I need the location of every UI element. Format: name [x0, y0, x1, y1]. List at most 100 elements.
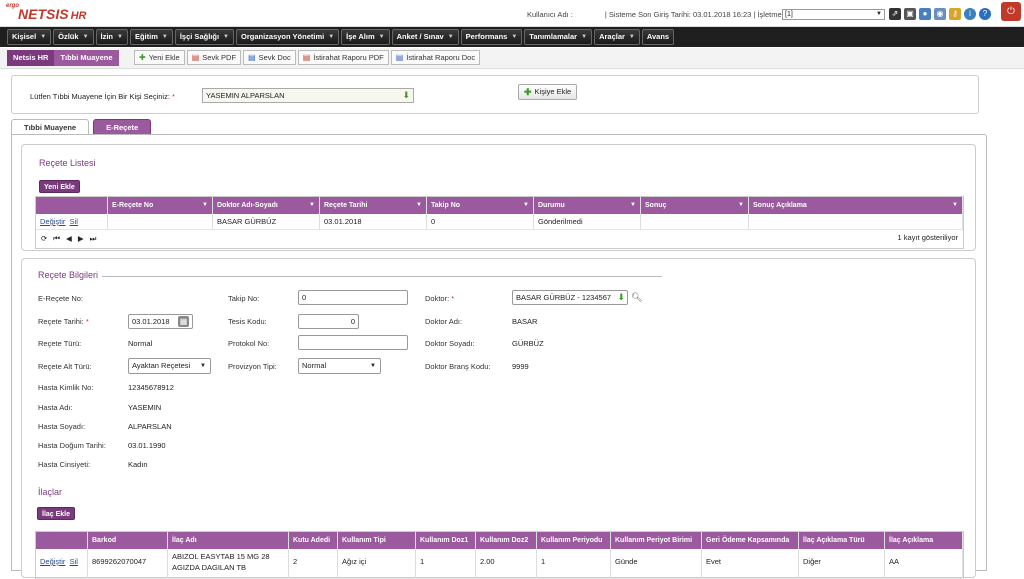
- recete-list-panel: Reçete Listesi Yeni Ekle E-Reçete No ▼ Do…: [21, 144, 976, 251]
- cell-date: 03.01.2018: [320, 214, 427, 229]
- nav-izin[interactable]: İzin ▼: [95, 29, 128, 45]
- sevk-pdf-button[interactable]: ▤ Sevk PDF: [186, 50, 242, 65]
- pager: ⟳ ⏮ ◀ ▶ ⏭ 1 kayıt gösteriliyor: [36, 230, 963, 247]
- tab-content: Reçete Listesi Yeni Ekle E-Reçete No ▼ Do…: [11, 134, 987, 579]
- hasta-kimlik-value: 12345678912: [128, 383, 174, 392]
- cell-status: Gönderilmedi: [534, 214, 641, 229]
- prev-page-icon[interactable]: ◀: [66, 234, 72, 243]
- add-person-button[interactable]: ✚ Kişiye Ekle: [518, 84, 578, 100]
- cell-doz2: 2.00: [476, 549, 537, 578]
- recete-tarihi-label: Reçete Tarihi: *: [38, 317, 89, 326]
- col-barkod[interactable]: Barkod: [88, 532, 168, 549]
- recete-new-button[interactable]: Yeni Ekle: [39, 180, 80, 193]
- col-durumu[interactable]: Durumu ▼: [534, 197, 641, 214]
- nav-anket[interactable]: Anket / Sınav ▼: [391, 29, 459, 45]
- ilac-grid: Barkod İlaç Adı Kutu Adedi Kullanım Tipi…: [35, 531, 964, 579]
- hasta-soyadi-label: Hasta Soyadı:: [38, 422, 86, 431]
- external-link-icon[interactable]: ⇗: [889, 8, 901, 20]
- help-icon[interactable]: ?: [979, 8, 991, 20]
- person-select[interactable]: YASEMIN ALPARSLAN ⬇: [202, 88, 414, 103]
- users-icon[interactable]: ◉: [934, 8, 946, 20]
- cell-birim: Günde: [611, 549, 702, 578]
- doktor-soyadi-label: Doktor Soyadı:: [425, 339, 475, 348]
- app-logo: ergo NETSIS HR: [6, 3, 87, 22]
- key-icon[interactable]: ⚷: [949, 8, 961, 20]
- col-sonuc-aciklama[interactable]: Sonuç Açıklama ▼: [749, 197, 963, 214]
- tab-e-recete[interactable]: E-Reçete: [93, 119, 152, 134]
- person-picker-label: Lütfen Tıbbi Muayene İçin Bir Kişi Seçin…: [30, 92, 175, 101]
- sevk-doc-button[interactable]: ▤ Sevk Doc: [243, 50, 296, 65]
- cell-tip: Ağız içi: [338, 549, 416, 578]
- new-button[interactable]: ✚ Yeni Ekle: [134, 50, 185, 65]
- doktor-select[interactable]: BASAR GÜRBÜZ - 1234567 ⬇: [512, 290, 628, 305]
- calendar-icon[interactable]: ▦: [178, 316, 189, 327]
- next-page-icon[interactable]: ▶: [78, 234, 84, 243]
- power-icon[interactable]: ⏻: [1001, 2, 1021, 21]
- nav-egitim[interactable]: Eğitim ▼: [129, 29, 173, 45]
- window-icon[interactable]: ▣: [904, 8, 916, 20]
- recete-alt-turu-select[interactable]: Ayaktan Reçetesi ▼: [128, 358, 211, 374]
- col-doz1[interactable]: Kullanım Doz1: [416, 532, 476, 549]
- istirahat-pdf-button[interactable]: ▤ İstirahat Raporu PDF: [297, 50, 389, 65]
- last-page-icon[interactable]: ⏭: [90, 234, 97, 244]
- hasta-adi-value: YASEMIN: [128, 403, 162, 412]
- col-e-recete-no[interactable]: E-Reçete No ▼: [108, 197, 213, 214]
- col-doktor[interactable]: Doktor Adı-Soyadı ▼: [213, 197, 320, 214]
- nav-organizasyon[interactable]: Organizasyon Yönetimi ▼: [235, 29, 340, 45]
- breadcrumb-home[interactable]: Netsis HR: [7, 50, 55, 66]
- cell-geri-odeme: Evet: [702, 549, 799, 578]
- nav-avans[interactable]: Avans: [641, 29, 675, 45]
- isletme-select[interactable]: [1] ▼: [782, 9, 885, 20]
- cell-barkod: 8699262070047: [88, 549, 168, 578]
- pdf-icon: ▤: [302, 53, 311, 62]
- col-tip[interactable]: Kullanım Tipi: [338, 532, 416, 549]
- col-geri-odeme[interactable]: Geri Ödeme Kapsamında: [702, 532, 799, 549]
- nav-araclar[interactable]: Araçlar ▼: [594, 29, 640, 45]
- arrow-down-icon: ⬇: [402, 90, 410, 100]
- nav-isci-sagligi[interactable]: İşçi Sağlığı ▼: [174, 29, 234, 45]
- col-aciklama-turu[interactable]: İlaç Açıklama Türü: [799, 532, 885, 549]
- nav-ise-alim[interactable]: İşe Alım ▼: [341, 29, 390, 45]
- recete-alt-turu-label: Reçete Alt Türü:: [38, 362, 92, 371]
- delete-link[interactable]: Sil: [70, 557, 78, 566]
- takip-no-input[interactable]: 0: [298, 290, 408, 305]
- change-link[interactable]: Değiştir: [40, 557, 65, 566]
- col-recete-tarihi[interactable]: Reçete Tarihi ▼: [320, 197, 427, 214]
- nav-performans[interactable]: Performans ▼: [460, 29, 523, 45]
- doc-icon: ▤: [395, 53, 404, 62]
- delete-link[interactable]: Sil: [70, 217, 78, 226]
- protokol-no-input[interactable]: [298, 335, 408, 350]
- nav-kisisel[interactable]: Kişisel ▼: [7, 29, 52, 45]
- user-info: Kullanıcı Adı : | Sisteme Son Giriş Tarih…: [527, 10, 784, 19]
- col-takip-no[interactable]: Takip No ▼: [427, 197, 534, 214]
- tesis-kodu-input[interactable]: 0: [298, 314, 359, 329]
- user-icon[interactable]: ●: [919, 8, 931, 20]
- first-page-icon[interactable]: ⏮: [53, 234, 60, 244]
- col-ilac-adi[interactable]: İlaç Adı: [168, 532, 289, 549]
- doktor-adi-value: BASAR: [512, 317, 538, 326]
- doktor-soyadi-value: GÜRBÜZ: [512, 339, 544, 348]
- recete-grid: E-Reçete No ▼ Doktor Adı-Soyadı ▼ Reçete T…: [35, 196, 964, 249]
- provizyon-tipi-select[interactable]: Normal ▼: [298, 358, 381, 374]
- nav-ozluk[interactable]: Özlük ▼: [53, 29, 94, 45]
- tab-tibbi-muayene[interactable]: Tıbbi Muayene: [11, 119, 90, 134]
- istirahat-doc-button[interactable]: ▤ İstirahat Raporu Doc: [390, 50, 481, 65]
- col-aciklama[interactable]: İlaç Açıklama: [885, 532, 963, 549]
- col-kutu[interactable]: Kutu Adedi: [289, 532, 338, 549]
- doktor-label: Doktor: *: [425, 294, 455, 303]
- search-icon[interactable]: 🔍︎: [631, 292, 642, 303]
- col-birim[interactable]: Kullanım Periyot Birimi: [611, 532, 702, 549]
- tesis-kodu-label: Tesis Kodu:: [228, 317, 267, 326]
- col-periyot[interactable]: Kullanım Periyodu: [537, 532, 611, 549]
- col-sonuc[interactable]: Sonuç ▼: [641, 197, 749, 214]
- person-picker-panel: Lütfen Tıbbi Muayene İçin Bir Kişi Seçin…: [11, 75, 979, 114]
- change-link[interactable]: Değiştir: [40, 217, 65, 226]
- info-icon[interactable]: i: [964, 8, 976, 20]
- takip-no-label: Takip No:: [228, 294, 260, 303]
- hasta-soyadi-value: ALPARSLAN: [128, 422, 172, 431]
- refresh-icon[interactable]: ⟳: [41, 234, 47, 243]
- ilac-add-button[interactable]: İlaç Ekle: [37, 507, 76, 520]
- nav-tanimlamalar[interactable]: Tanımlamalar ▼: [524, 29, 593, 45]
- col-doz2[interactable]: Kullanım Doz2: [476, 532, 537, 549]
- recete-turu-label: Reçete Türü:: [38, 339, 82, 348]
